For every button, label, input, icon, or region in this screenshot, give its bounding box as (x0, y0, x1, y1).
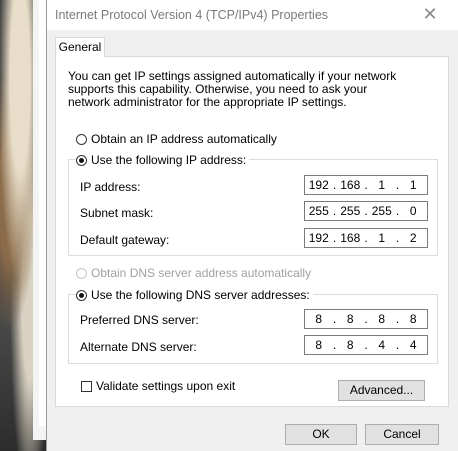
default-gateway-field[interactable]: 192. 168. 1. 2 (304, 228, 428, 248)
alternate-dns-label: Alternate DNS server: (80, 340, 197, 354)
radio-obtain-dns-auto[interactable]: Obtain DNS server address automatically (76, 266, 311, 280)
radio-selected-icon (76, 154, 87, 166)
ok-button[interactable]: OK (285, 424, 357, 445)
radio-selected-icon (76, 289, 87, 301)
description-text: You can get IP settings assigned automat… (68, 69, 397, 109)
checkbox-icon (81, 380, 92, 392)
dns-settings-group: Preferred DNS server: 8. 8. 8. 8 Alterna… (68, 294, 438, 364)
radio-icon (76, 133, 87, 145)
radio-label: Use the following IP address: (91, 153, 247, 167)
default-gateway-label: Default gateway: (80, 233, 170, 247)
ip-address-label: IP address: (80, 180, 141, 194)
radio-label: Obtain DNS server address automatically (91, 266, 312, 280)
preferred-dns-field[interactable]: 8. 8. 8. 8 (304, 309, 428, 329)
checkbox-label: Validate settings upon exit (96, 379, 236, 393)
title-bar: Internet Protocol Version 4 (TCP/IPv4) P… (47, 0, 458, 30)
advanced-button[interactable]: Advanced... (338, 380, 425, 401)
tab-general[interactable]: General (55, 37, 105, 57)
validate-settings-checkbox[interactable]: Validate settings upon exit (81, 379, 235, 393)
close-icon[interactable]: ✕ (422, 5, 438, 23)
subnet-mask-label: Subnet mask: (80, 206, 154, 220)
radio-use-following-ip[interactable]: Use the following IP address: (76, 153, 250, 167)
alternate-dns-field[interactable]: 8. 8. 4. 4 (304, 335, 428, 355)
ipv4-properties-dialog: Internet Protocol Version 4 (TCP/IPv4) P… (46, 0, 458, 451)
radio-label: Obtain an IP address automatically (91, 132, 277, 146)
general-panel: You can get IP settings assigned automat… (55, 56, 449, 407)
ip-settings-group: IP address: 192. 168. 1. 1 Subnet mask: … (68, 159, 438, 256)
window-title: Internet Protocol Version 4 (TCP/IPv4) P… (55, 8, 329, 22)
radio-use-following-dns[interactable]: Use the following DNS server addresses: (76, 288, 313, 302)
subnet-mask-field[interactable]: 255. 255. 255. 0 (304, 201, 428, 221)
radio-label: Use the following DNS server addresses: (91, 288, 310, 302)
radio-icon (76, 267, 87, 279)
cancel-button[interactable]: Cancel (365, 424, 439, 445)
preferred-dns-label: Preferred DNS server: (80, 313, 199, 327)
radio-obtain-ip-auto[interactable]: Obtain an IP address automatically (76, 132, 277, 146)
ip-address-field[interactable]: 192. 168. 1. 1 (304, 175, 428, 195)
